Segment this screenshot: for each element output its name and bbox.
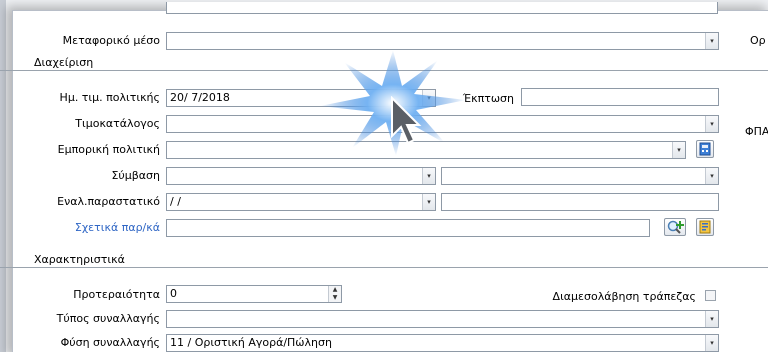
cut-label-vat: ΦΠΑ [745, 125, 768, 138]
transport-label: Μεταφορικό μέσο [62, 34, 160, 47]
spin-up-icon[interactable]: ▲ [329, 286, 341, 294]
bank-mediation-label: Διαμεσολάβηση τράπεζας [552, 290, 696, 303]
bank-mediation-checkbox[interactable] [705, 290, 716, 301]
related-docs-input[interactable] [166, 219, 650, 237]
chevron-down-icon[interactable]: ▾ [705, 335, 718, 351]
spin-buttons[interactable]: ▲ ▼ [328, 286, 341, 302]
related-docs-link[interactable]: Σχετικά παρ/κά [30, 221, 160, 235]
chevron-down-icon[interactable]: ▾ [705, 168, 718, 184]
commercial-policy-label: Εμπορική πολιτική [57, 143, 160, 156]
transport-select[interactable]: ▾ [166, 32, 719, 50]
contract-label: Σύμβαση [111, 169, 160, 182]
transaction-type-select[interactable]: ▾ [166, 310, 719, 328]
cut-label-top: Ορ [750, 34, 766, 47]
section-characteristics-title: Χαρακτηριστικά [34, 253, 125, 266]
previous-row-field[interactable] [166, 2, 718, 14]
chevron-down-icon[interactable]: ▾ [705, 116, 718, 132]
calculator-icon [699, 142, 711, 156]
transaction-type-label: Τύπος συναλλαγής [56, 312, 160, 325]
discount-input[interactable] [521, 88, 719, 106]
transaction-nature-select[interactable]: 11 / Οριστική Αγορά/Πώληση ▾ [166, 334, 719, 352]
chevron-down-icon[interactable]: ▾ [705, 311, 718, 327]
section-management-title: Διαχείριση [34, 56, 94, 69]
chevron-down-icon[interactable]: ▾ [422, 194, 435, 210]
calculator-button[interactable] [696, 140, 714, 158]
document-edit-icon [699, 220, 711, 234]
document-edit-button[interactable] [696, 218, 714, 236]
contract-secondary-select[interactable]: ▾ [441, 167, 719, 185]
alt-document-select[interactable]: / / ▾ [166, 193, 436, 211]
alt-document-label: Εναλ.παραστατικό [57, 195, 160, 208]
commercial-policy-select[interactable]: ▾ [166, 141, 686, 159]
transaction-nature-value: 11 / Οριστική Αγορά/Πώληση [170, 336, 332, 349]
search-add-icon [667, 220, 684, 234]
policy-date-label: Ημ. τιμ. πολιτικής [59, 91, 160, 104]
priority-label: Προτεραιότητα [73, 288, 160, 301]
contract-select[interactable]: ▾ [166, 167, 436, 185]
alt-document-value: / / [170, 195, 181, 208]
section-characteristics: Χαρακτηριστικά [0, 252, 768, 268]
discount-label: Έκπτωση [462, 92, 514, 105]
chevron-down-icon[interactable]: ▾ [672, 142, 685, 158]
chevron-down-icon[interactable]: ▾ [422, 168, 435, 184]
price-list-label: Τιμοκατάλογος [75, 117, 160, 130]
priority-value: 0 [170, 287, 177, 300]
search-add-button[interactable] [664, 218, 686, 236]
section-management: Διαχείριση [0, 55, 768, 71]
price-list-select[interactable]: ▾ [166, 115, 719, 133]
mouse-cursor-icon [391, 96, 422, 145]
alt-document-secondary-input[interactable] [441, 193, 719, 211]
chevron-down-icon[interactable]: ▾ [705, 33, 718, 49]
spin-down-icon[interactable]: ▼ [329, 294, 341, 302]
policy-date-value: 20/ 7/2018 [170, 91, 230, 104]
priority-stepper[interactable]: 0 ▲ ▼ [166, 285, 342, 303]
transaction-nature-label: Φύση συναλλαγής [60, 336, 160, 349]
